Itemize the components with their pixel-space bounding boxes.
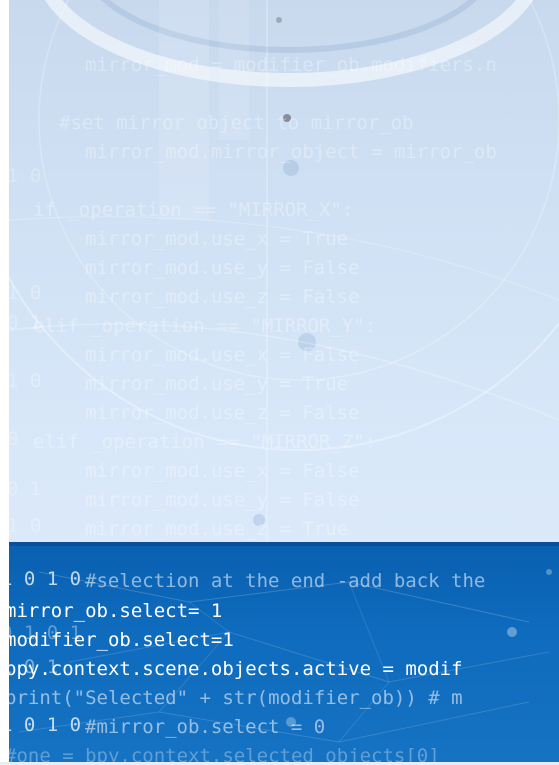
code-comment: #mirror_ob.select = 0: [85, 716, 326, 738]
top-code-panel: mirror_mod = modifier_ob.modifiers.n #se…: [9, 0, 559, 542]
code-line: mirror_mod.use_x = False: [85, 344, 360, 366]
code-comment: #set mirror object to mirror_ob: [59, 112, 414, 134]
code-line: mirror_mod.use_z = False: [85, 286, 360, 308]
code-line: mirror_mod.use_y = False: [85, 489, 360, 511]
code-line: elif _operation == "MIRROR_Z":: [33, 431, 377, 453]
code-line: bpy.context.scene.objects.active = modif: [9, 658, 463, 680]
code-line: mirror_mod.use_y = True: [85, 373, 349, 395]
binary-digits: 1 0 1 0: [9, 568, 82, 590]
code-comment: #one = bpy.context.selected_objects[0]: [9, 745, 440, 762]
code-line: mirror_mod.use_y = False: [85, 257, 360, 279]
code-line: print("Selected" + str(modifier_ob)) # m: [9, 687, 463, 709]
binary-digits: 0 1: [9, 312, 42, 334]
code-comment: #selection at the end -add back the: [85, 570, 486, 592]
binary-digits: 0: [9, 428, 19, 450]
code-line: mirror_mod = modifier_ob.modifiers.n: [85, 54, 497, 76]
binary-digits: 1 0: [9, 165, 42, 187]
code-line: mirror_mod.use_x = False: [85, 460, 360, 482]
binary-digits: 0 1: [9, 478, 42, 500]
code-line: mirror_mod.use_x = True: [85, 228, 349, 250]
code-line: elif _operation == "MIRROR_Y":: [33, 315, 377, 337]
binary-digits: 0 1 0 1: [9, 622, 82, 644]
code-line: if _operation == "MIRROR_X":: [33, 199, 354, 221]
code-line: mirror_mod.use_z = False: [85, 402, 360, 424]
binary-digits: 1 0: [9, 282, 42, 304]
binary-digits: 1 0: [9, 370, 42, 392]
binary-digits: 1 0 1 0: [9, 714, 82, 736]
binary-digits: 1 0 1: [9, 656, 59, 678]
binary-digits: 1 0: [9, 515, 42, 537]
code-line: mirror_mod.use_z = True: [85, 518, 349, 540]
bottom-code-panel: #selection at the end -add back the mirr…: [9, 542, 559, 762]
code-line: mirror_mod.mirror_object = mirror_ob: [85, 141, 497, 163]
code-background-image: mirror_mod = modifier_ob.modifiers.n #se…: [0, 0, 559, 765]
